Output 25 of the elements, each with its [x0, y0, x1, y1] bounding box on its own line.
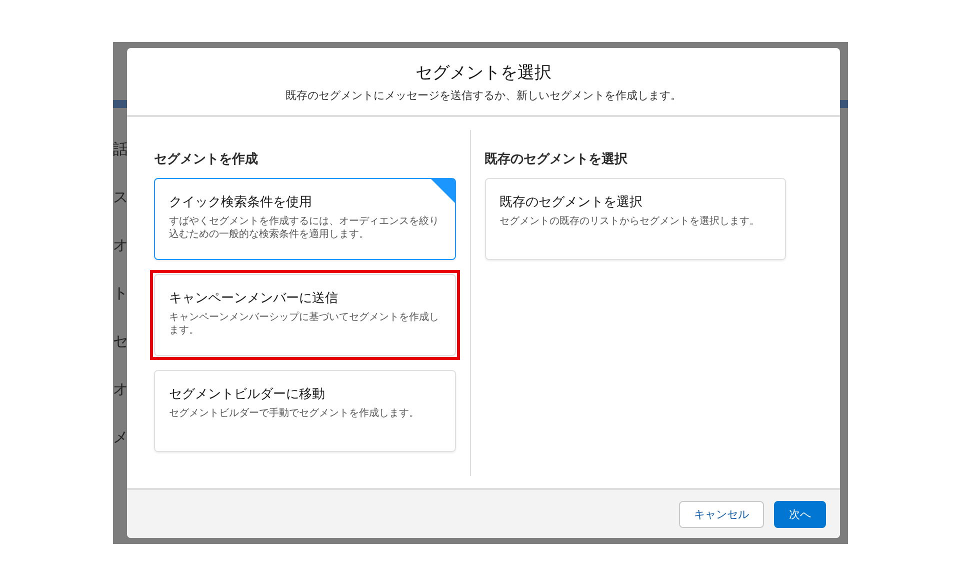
background-text: オ [113, 236, 127, 254]
section-heading: セグメントを作成 [154, 151, 259, 168]
cancel-button[interactable]: キャンセル [679, 500, 764, 528]
background-text: オ [113, 380, 127, 398]
card-description: セグメントビルダーで手動でセグメントを作成します。 [169, 407, 420, 420]
section-heading: 既存のセグメントを選択 [484, 151, 628, 168]
next-button[interactable]: 次へ [774, 500, 826, 528]
option-card[interactable]: セグメントビルダーに移動 セグメントビルダーで手動でセグメントを作成します。 [154, 370, 456, 452]
background-text: メ [113, 428, 127, 446]
background-text: ト [113, 284, 127, 302]
card-title: セグメントビルダーに移動 [169, 386, 326, 403]
background-text: ス [113, 188, 127, 206]
card-title: クイック検索条件を使用 [169, 194, 313, 211]
card-title: 既存のセグメントを選択 [500, 194, 644, 211]
selected-corner-icon [430, 179, 454, 203]
card-description: キャンペーンメンバーシップに基づいてセグメントを作成します。 [169, 311, 440, 337]
card-description: セグメントの既存のリストからセグメントを選択します。 [500, 215, 760, 228]
option-card[interactable]: キャンペーンメンバーに送信 キャンペーンメンバーシップに基づいてセグメントを作成します。 [154, 274, 456, 356]
modal-subtitle: 既存のセグメントにメッセージを送信するか、新しいセグメントを作成します。 [286, 88, 682, 102]
option-card[interactable]: クイック検索条件を使用 すばやくセグメントを作成するには、オーディエンスを絞り込むための一般的な検索条件を適用します。 [154, 178, 456, 260]
option-card[interactable]: 既存のセグメントを選択 セグメントの既存のリストからセグメントを選択します。 [484, 178, 786, 260]
card-title: キャンペーンメンバーに送信 [169, 290, 339, 307]
background-text: セ [113, 332, 127, 350]
modal-title: セグメントを選択 [416, 62, 552, 84]
card-description: すばやくセグメントを作成するには、オーディエンスを絞り込むための一般的な検索条件を適用します。 [169, 215, 440, 241]
